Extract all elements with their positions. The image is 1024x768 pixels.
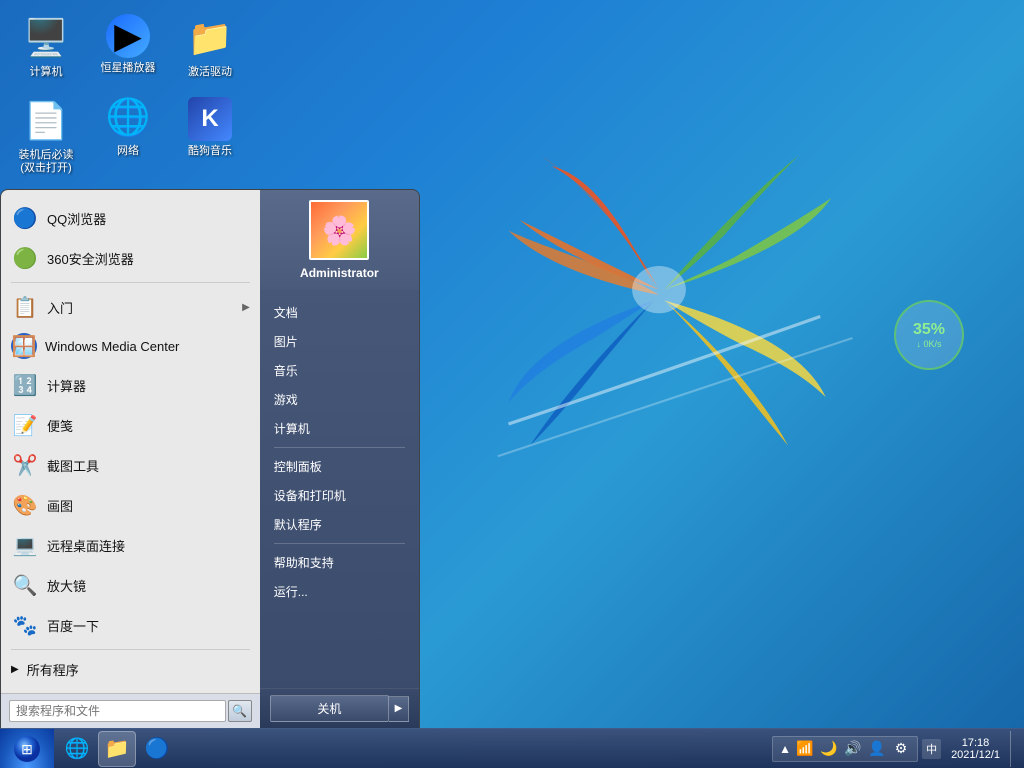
tray-moon-icon[interactable]: 🌙 <box>819 739 839 759</box>
right-item-documents[interactable]: 文档 <box>260 298 419 327</box>
start-item-qq-browser[interactable]: 🔵 QQ浏览器 <box>1 198 260 238</box>
shutdown-button[interactable]: 关机 <box>270 695 389 722</box>
tray-network-icon[interactable]: 📶 <box>795 739 815 759</box>
taskbar-icon-ie[interactable]: 🌐 <box>58 731 96 767</box>
start-menu-right: 🌸 Administrator 文档 图片 音乐 游戏 计算机 控制面板 设备和… <box>260 190 419 728</box>
tray-settings-icon[interactable]: ⚙ <box>891 739 911 759</box>
start-right-items: 文档 图片 音乐 游戏 计算机 控制面板 设备和打印机 默认程序 帮助和支持 运… <box>260 290 419 688</box>
system-tray: ▲ 📶 🌙 🔊 👤 ⚙ 中 17:18 2021/12/1 <box>766 731 1024 767</box>
start-menu: 🔵 QQ浏览器 🟢 360安全浏览器 📋 入门 ▶ 🪟 Windows Medi… <box>0 189 420 728</box>
start-item-calculator[interactable]: 🔢 计算器 <box>1 365 260 405</box>
start-item-notepad-label: 便笺 <box>47 416 250 435</box>
start-item-magnifier[interactable]: 🔍 放大镜 <box>1 565 260 605</box>
desktop-icon-computer-label: 计算机 <box>30 66 63 79</box>
taskbar-icon-ie2[interactable]: 🔵 <box>138 731 176 767</box>
start-item-360-browser[interactable]: 🟢 360安全浏览器 <box>1 238 260 278</box>
start-divider-1 <box>11 282 250 283</box>
desktop-icon-documents[interactable]: 📄 装机后必读(双击打开) <box>10 93 82 179</box>
start-item-baidu[interactable]: 🐾 百度一下 <box>1 605 260 645</box>
right-item-control-panel[interactable]: 控制面板 <box>260 452 419 481</box>
net-speed: ↓ 0K/s <box>916 339 941 349</box>
start-item-paint-label: 画图 <box>47 496 250 515</box>
desktop-icon-media-player[interactable]: ▶ 恒星播放器 <box>92 10 164 79</box>
desktop-icon-network-label: 网络 <box>117 145 139 158</box>
right-divider-2 <box>274 543 405 544</box>
right-item-devices[interactable]: 设备和打印机 <box>260 481 419 510</box>
search-input[interactable] <box>9 700 226 722</box>
net-speed-widget: 35% ↓ 0K/s <box>894 300 964 370</box>
right-item-help[interactable]: 帮助和支持 <box>260 548 419 577</box>
desktop-icon-documents-label: 装机后必读(双击打开) <box>14 149 78 175</box>
start-item-remote-label: 远程桌面连接 <box>47 536 250 555</box>
start-all-programs[interactable]: ▶ 所有程序 <box>1 654 260 685</box>
start-item-snipping-label: 截图工具 <box>47 456 250 475</box>
start-divider-2 <box>11 649 250 650</box>
right-item-default-programs[interactable]: 默认程序 <box>260 510 419 539</box>
desktop-icon-music[interactable]: K 酷狗音乐 <box>174 93 246 162</box>
desktop-icon-music-label: 酷狗音乐 <box>188 145 232 158</box>
start-menu-left: 🔵 QQ浏览器 🟢 360安全浏览器 📋 入门 ▶ 🪟 Windows Medi… <box>1 190 260 728</box>
desktop-icon-media-player-label: 恒星播放器 <box>101 62 156 75</box>
start-item-qq-browser-label: QQ浏览器 <box>47 209 250 228</box>
all-programs-label: 所有程序 <box>27 660 79 679</box>
tray-volume-icon[interactable]: 🔊 <box>843 739 863 759</box>
right-item-games[interactable]: 游戏 <box>260 385 419 414</box>
tray-language-indicator[interactable]: 中 <box>922 739 941 759</box>
taskbar-icon-explorer[interactable]: 📁 <box>98 731 136 767</box>
shutdown-bar: 关机 ▶ <box>260 688 419 728</box>
start-item-magnifier-label: 放大镜 <box>47 576 250 595</box>
right-item-run[interactable]: 运行... <box>260 577 419 606</box>
show-desktop-button[interactable] <box>1010 731 1018 767</box>
notification-area: ▲ 📶 🌙 🔊 👤 ⚙ <box>772 736 918 762</box>
start-item-notepad[interactable]: 📝 便笺 <box>1 405 260 445</box>
taskbar-items: 🌐 📁 🔵 <box>54 731 766 767</box>
system-clock[interactable]: 17:18 2021/12/1 <box>945 737 1006 761</box>
right-item-music[interactable]: 音乐 <box>260 356 419 385</box>
search-button[interactable]: 🔍 <box>228 700 252 722</box>
desktop-icon-driver[interactable]: 📁 激活驱动 <box>174 10 246 83</box>
shutdown-arrow-button[interactable]: ▶ <box>389 696 409 722</box>
desktop-icon-driver-label: 激活驱动 <box>188 66 232 79</box>
clock-time: 17:18 <box>962 737 990 749</box>
tray-user-icon[interactable]: 👤 <box>867 739 887 759</box>
net-percent: 35% <box>913 321 945 339</box>
desktop-icon-network[interactable]: 🌐 网络 <box>92 89 164 162</box>
svg-text:⊞: ⊞ <box>21 741 33 757</box>
start-left-items: 🔵 QQ浏览器 🟢 360安全浏览器 📋 入门 ▶ 🪟 Windows Medi… <box>1 190 260 693</box>
start-item-intro-arrow: ▶ <box>242 302 250 313</box>
start-item-remote[interactable]: 💻 远程桌面连接 <box>1 525 260 565</box>
start-item-360-browser-label: 360安全浏览器 <box>47 249 250 268</box>
start-item-intro-label: 入门 <box>47 298 242 317</box>
right-divider-1 <box>274 447 405 448</box>
start-button[interactable]: ⊞ <box>0 729 54 768</box>
start-item-intro[interactable]: 📋 入门 ▶ <box>1 287 260 327</box>
windows-logo <box>444 80 874 510</box>
start-item-baidu-label: 百度一下 <box>47 616 250 635</box>
start-item-wmc-label: Windows Media Center <box>45 339 250 354</box>
clock-date: 2021/12/1 <box>951 749 1000 761</box>
start-item-paint[interactable]: 🎨 画图 <box>1 485 260 525</box>
right-item-computer[interactable]: 计算机 <box>260 414 419 443</box>
user-profile-section: 🌸 Administrator <box>260 190 419 290</box>
tray-expand-arrow[interactable]: ▲ <box>779 742 791 756</box>
desktop: 🖥️ 计算机 📄 装机后必读(双击打开) ▶ 恒星播放器 🌐 网络 📁 激活驱动… <box>0 0 1024 768</box>
user-avatar[interactable]: 🌸 <box>309 200 369 260</box>
desktop-icons-container: 🖥️ 计算机 📄 装机后必读(双击打开) ▶ 恒星播放器 🌐 网络 📁 激活驱动… <box>10 10 246 180</box>
desktop-icon-computer[interactable]: 🖥️ 计算机 <box>10 10 82 83</box>
right-item-pictures[interactable]: 图片 <box>260 327 419 356</box>
taskbar: ⊞ 🌐 📁 🔵 ▲ 📶 🌙 🔊 👤 ⚙ 中 17:18 2021/12/1 <box>0 728 1024 768</box>
user-name: Administrator <box>300 266 379 280</box>
all-programs-arrow: ▶ <box>11 664 19 675</box>
windows-orb-icon: ⊞ <box>13 735 41 763</box>
start-item-calculator-label: 计算器 <box>47 376 250 395</box>
start-item-snipping[interactable]: ✂️ 截图工具 <box>1 445 260 485</box>
start-item-wmc[interactable]: 🪟 Windows Media Center <box>1 327 260 365</box>
start-search-box: 🔍 <box>1 693 260 728</box>
